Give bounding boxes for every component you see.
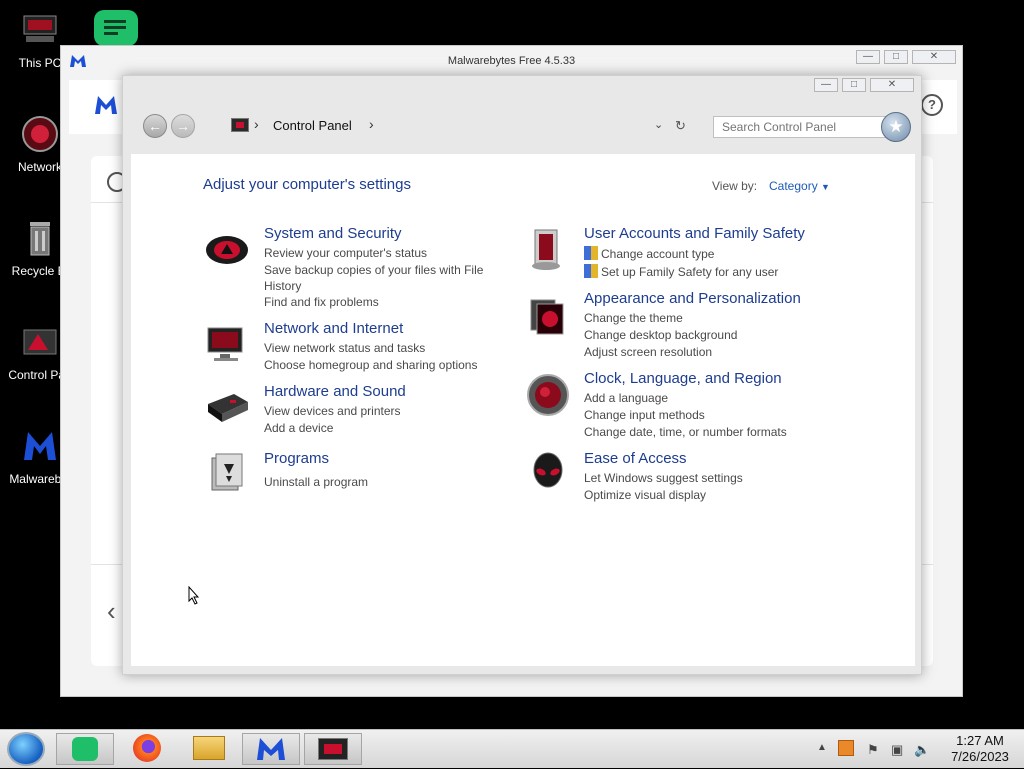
link-family-safety[interactable]: Set up Family Safety for any user <box>584 264 778 279</box>
control-panel-icon <box>20 322 60 362</box>
close-button[interactable]: ✕ <box>870 78 914 92</box>
network-internet-icon[interactable] <box>204 320 250 366</box>
link-add-language[interactable]: Add a language <box>584 391 668 405</box>
link-add-device[interactable]: Add a device <box>264 421 333 435</box>
taskbar-malwarebytes[interactable] <box>242 733 300 765</box>
malwarebytes-title-bar[interactable]: Malwarebytes Free 4.5.33 — □ ✕ <box>61 46 962 76</box>
volume-icon[interactable]: 🔈 <box>914 742 930 758</box>
page-title: Adjust your computer's settings <box>203 176 411 193</box>
start-button[interactable] <box>7 732 45 766</box>
link-screen-resolution[interactable]: Adjust screen resolution <box>584 345 712 359</box>
user-accounts-icon[interactable] <box>525 226 571 272</box>
system-security-icon[interactable] <box>204 226 250 272</box>
link-network-status[interactable]: View network status and tasks <box>264 341 425 355</box>
help-icon[interactable]: ? <box>921 94 943 116</box>
link-review-status[interactable]: Review your computer's status <box>264 246 427 260</box>
link-desktop-background[interactable]: Change desktop background <box>584 328 737 342</box>
breadcrumb-control-panel[interactable]: Control Panel <box>273 118 352 133</box>
category-appearance[interactable]: Appearance and Personalization <box>584 290 801 307</box>
shield-icon <box>584 246 598 260</box>
computer-icon <box>20 10 60 50</box>
control-panel-icon <box>318 738 348 760</box>
breadcrumb-dropdown-chevron[interactable]: › <box>369 116 374 132</box>
category-ease-of-access[interactable]: Ease of Access <box>584 450 687 467</box>
minimize-button[interactable]: — <box>856 50 880 64</box>
clock-region-icon[interactable] <box>525 372 571 418</box>
recycle-bin-icon <box>20 218 60 258</box>
back-arrow-icon[interactable]: ← <box>143 114 167 138</box>
desktop-icon-notes-app[interactable] <box>94 10 138 46</box>
window-title: Malwarebytes Free 4.5.33 <box>447 55 576 67</box>
malwarebytes-logo-icon <box>95 96 117 114</box>
link-save-backup[interactable]: Save backup copies of your files with Fi… <box>264 263 483 277</box>
view-by-label: View by: <box>712 179 758 193</box>
chevron-down-icon[interactable]: ⌄ <box>654 118 663 131</box>
link-optimize-display[interactable]: Optimize visual display <box>584 488 706 502</box>
clock-time: 1:27 AM <box>956 733 1004 748</box>
dropdown-arrow-icon: ▼ <box>821 182 830 192</box>
link-homegroup[interactable]: Choose homegroup and sharing options <box>264 358 477 372</box>
taskbar-control-panel[interactable] <box>304 733 362 765</box>
mouse-cursor-icon <box>188 586 200 605</box>
clock-date: 7/26/2023 <box>951 749 1009 764</box>
link-input-methods[interactable]: Change input methods <box>584 408 705 422</box>
minimize-button[interactable]: — <box>814 78 838 92</box>
link-change-theme[interactable]: Change the theme <box>584 311 683 325</box>
category-clock-language-region[interactable]: Clock, Language, and Region <box>584 370 782 387</box>
link-save-backup-cont[interactable]: History <box>264 279 301 293</box>
appearance-icon[interactable] <box>525 294 571 340</box>
carousel-back-button[interactable]: ‹ <box>107 596 116 627</box>
link-text: Change account type <box>601 247 715 261</box>
malwarebytes-logo-icon <box>257 738 285 760</box>
shield-icon <box>584 264 598 278</box>
refresh-icon[interactable]: ↻ <box>675 118 686 134</box>
address-bar: ← → › Control Panel › ⌄ ↻ ★ <box>129 106 915 152</box>
link-find-fix-problems[interactable]: Find and fix problems <box>264 295 379 309</box>
view-by-value: Category <box>769 179 818 193</box>
link-date-time-formats[interactable]: Change date, time, or number formats <box>584 425 787 439</box>
link-change-account-type[interactable]: Change account type <box>584 246 714 261</box>
show-hidden-icons-icon[interactable]: ▲ <box>817 742 827 753</box>
category-network-and-internet[interactable]: Network and Internet <box>264 320 403 337</box>
link-windows-suggest[interactable]: Let Windows suggest settings <box>584 471 743 485</box>
firefox-icon <box>133 734 161 762</box>
network-status-icon[interactable]: ▣ <box>891 742 903 758</box>
search-input[interactable] <box>713 116 889 138</box>
close-button[interactable]: ✕ <box>912 50 956 64</box>
taskbar: ▲ ⚑ ▣ 🔈 1:27 AM 7/26/2023 <box>0 729 1024 768</box>
view-by-dropdown[interactable]: Category ▼ <box>769 179 830 193</box>
tray-app-icon[interactable] <box>838 740 854 756</box>
maximize-button[interactable]: □ <box>842 78 866 92</box>
notes-icon <box>72 737 98 761</box>
control-panel-content: Adjust your computer's settings View by:… <box>131 154 915 666</box>
notes-icon <box>104 20 126 35</box>
taskbar-firefox[interactable] <box>118 733 176 765</box>
control-panel-icon <box>231 118 249 132</box>
maximize-button[interactable]: □ <box>884 50 908 64</box>
taskbar-notes-app[interactable] <box>56 733 114 765</box>
link-devices-printers[interactable]: View devices and printers <box>264 404 401 418</box>
programs-icon[interactable] <box>204 450 250 496</box>
category-hardware-and-sound[interactable]: Hardware and Sound <box>264 383 406 400</box>
control-panel-window: — □ ✕ ← → › Control Panel › ⌄ ↻ ★ Adjust… <box>122 75 922 675</box>
hardware-sound-icon[interactable] <box>204 384 250 430</box>
breadcrumb-separator: › <box>254 116 259 132</box>
taskbar-file-explorer[interactable] <box>180 733 238 765</box>
category-user-accounts[interactable]: User Accounts and Family Safety <box>584 225 805 242</box>
category-programs[interactable]: Programs <box>264 450 329 467</box>
link-text: Set up Family Safety for any user <box>601 265 779 279</box>
folder-icon <box>193 736 225 760</box>
link-uninstall-program[interactable]: Uninstall a program <box>264 475 368 489</box>
ease-of-access-icon[interactable] <box>525 450 571 496</box>
network-globe-icon <box>20 114 60 154</box>
clock[interactable]: 1:27 AM 7/26/2023 <box>940 733 1020 765</box>
action-center-flag-icon[interactable]: ⚑ <box>867 742 879 758</box>
malwarebytes-logo-icon <box>20 426 60 466</box>
search-icon[interactable]: ★ <box>881 112 911 142</box>
forward-arrow-icon[interactable]: → <box>171 114 195 138</box>
category-system-and-security[interactable]: System and Security <box>264 225 402 242</box>
